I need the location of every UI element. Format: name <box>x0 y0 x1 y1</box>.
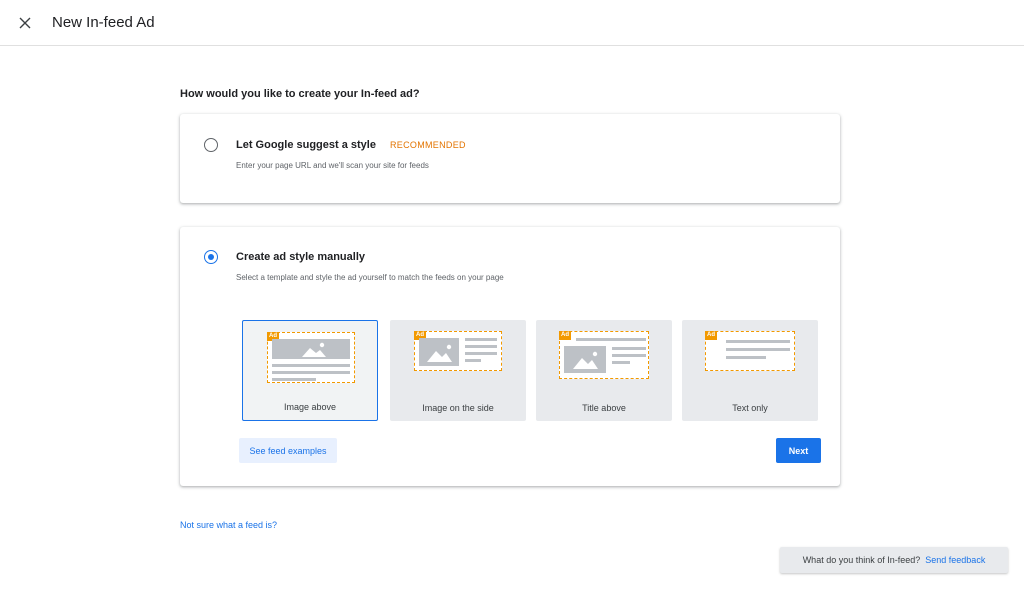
header-bar: New In-feed Ad <box>0 0 1024 46</box>
suggest-style-card[interactable]: Let Google suggest a style RECOMMENDED E… <box>180 114 840 203</box>
text-line <box>612 354 646 357</box>
template-label: Title above <box>582 403 626 413</box>
close-button[interactable] <box>14 12 36 34</box>
template-text-only[interactable]: Ad Text only <box>682 320 818 421</box>
image-placeholder-icon <box>272 339 350 359</box>
text-line <box>612 347 646 350</box>
template-label: Text only <box>732 403 768 413</box>
image-placeholder-icon <box>419 338 459 366</box>
manual-style-title: Create ad style manually <box>236 251 366 263</box>
next-button[interactable]: Next <box>776 438 821 463</box>
ad-tag: Ad <box>705 331 717 340</box>
text-line <box>465 345 497 348</box>
text-line <box>612 361 630 364</box>
suggest-style-radio[interactable] <box>204 138 218 152</box>
text-line <box>465 352 497 355</box>
page-title: New In-feed Ad <box>52 14 155 31</box>
text-line <box>576 338 646 341</box>
template-label: Image above <box>283 402 337 412</box>
manual-style-description: Select a template and style the ad yours… <box>236 273 504 282</box>
template-preview: Ad <box>705 331 795 371</box>
text-line <box>465 338 497 341</box>
ad-tag: Ad <box>559 331 571 340</box>
template-image-above[interactable]: Ad Image above <box>242 320 378 421</box>
suggest-style-title: Let Google suggest a style <box>236 139 376 151</box>
feedback-question: What do you think of In-feed? <box>802 555 921 565</box>
text-line <box>272 371 350 374</box>
send-feedback-link[interactable]: Send feedback <box>925 555 985 565</box>
feed-help-link[interactable]: Not sure what a feed is? <box>180 520 277 530</box>
see-feed-examples-button[interactable]: See feed examples <box>239 438 337 463</box>
template-preview: Ad <box>267 332 355 383</box>
text-line <box>726 348 790 351</box>
template-label: Image on the side <box>422 403 494 413</box>
text-line <box>726 340 790 343</box>
text-line <box>272 364 350 367</box>
text-line <box>465 359 481 362</box>
suggest-style-description: Enter your page URL and we'll scan your … <box>236 161 429 170</box>
template-image-on-side[interactable]: Ad Image on the side <box>390 320 526 421</box>
template-preview: Ad <box>414 331 502 371</box>
recommended-badge: RECOMMENDED <box>390 140 466 150</box>
image-placeholder-icon <box>564 346 606 373</box>
question-heading: How would you like to create your In-fee… <box>180 88 420 100</box>
template-preview: Ad <box>559 331 649 379</box>
text-line <box>272 378 316 381</box>
text-line <box>726 356 766 359</box>
manual-style-card[interactable]: Create ad style manually Select a templa… <box>180 227 840 486</box>
feedback-bar: What do you think of In-feed? Send feedb… <box>780 547 1008 573</box>
manual-style-radio[interactable] <box>204 250 218 264</box>
close-icon <box>19 17 31 29</box>
template-title-above[interactable]: Ad Title above <box>536 320 672 421</box>
